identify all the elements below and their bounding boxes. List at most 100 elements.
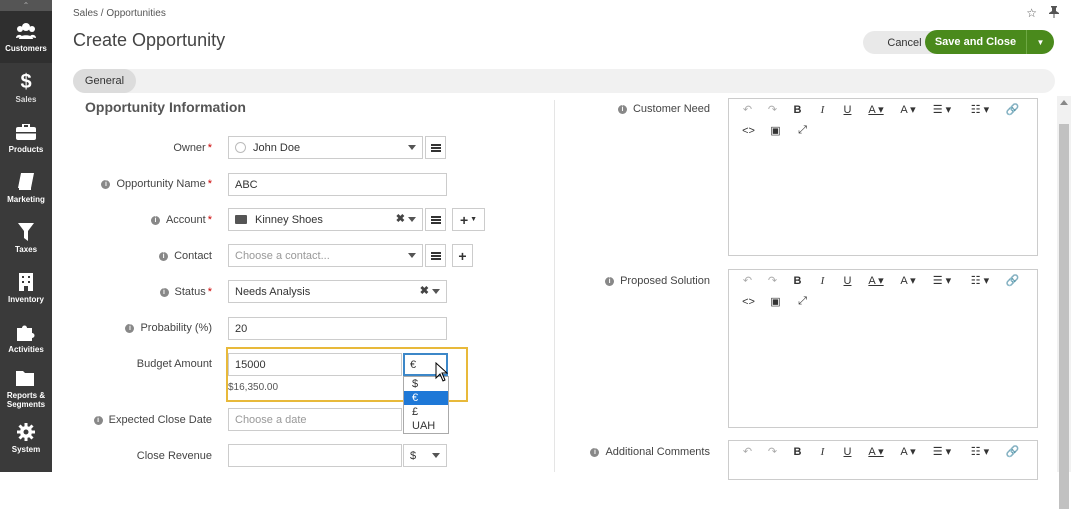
info-icon[interactable]: i (590, 448, 600, 457)
budget-amount-label: Budget Amount (136, 358, 212, 370)
expected-close-date-input[interactable]: Choose a date (228, 408, 402, 431)
numbered-list-icon[interactable]: ☷ ▾ (960, 445, 1000, 458)
info-icon[interactable]: i (617, 105, 627, 114)
contact-add-button[interactable]: + (452, 244, 473, 267)
owner-list-button[interactable] (425, 136, 446, 159)
redo-icon[interactable]: ↷ (760, 103, 785, 116)
image-icon[interactable]: ▣ (762, 124, 789, 137)
probability-input[interactable]: 20 (228, 317, 447, 340)
star-icon[interactable]: ☆ (1026, 6, 1037, 21)
sidebar-collapse-icon[interactable]: ⌃ (0, 0, 52, 11)
sidebar-item-sales[interactable]: $ Sales (0, 63, 52, 113)
contact-select[interactable]: Choose a contact... (228, 244, 423, 267)
background-color-icon[interactable]: A ▾ (892, 445, 924, 458)
sidebar-item-inventory[interactable]: Inventory (0, 263, 52, 313)
bold-icon[interactable]: B (785, 275, 810, 287)
underline-icon[interactable]: U (835, 104, 860, 116)
briefcase-icon (235, 215, 247, 224)
code-icon[interactable]: <> (735, 125, 762, 137)
undo-icon[interactable]: ↶ (735, 103, 760, 116)
account-add-button[interactable]: + ▼ (452, 208, 485, 231)
background-color-icon[interactable]: A ▾ (892, 103, 924, 116)
editor-toolbar: ↶ ↷ B I U A ▾ A ▾ ☰ ▾ ☷ ▾ 🔗 (729, 270, 1037, 291)
fullscreen-icon[interactable]: ⤢ (789, 124, 816, 137)
sidebar-item-taxes[interactable]: Taxes (0, 213, 52, 263)
italic-icon[interactable]: I (810, 446, 835, 458)
link-icon[interactable]: 🔗 (1000, 103, 1025, 116)
info-icon[interactable]: i (159, 288, 169, 297)
status-select[interactable]: Needs Analysis ✖ (228, 280, 447, 303)
redo-icon[interactable]: ↷ (760, 445, 785, 458)
clear-icon[interactable]: ✖ (420, 284, 429, 297)
underline-icon[interactable]: U (835, 275, 860, 287)
opportunity-name-label: i Opportunity Name * (52, 178, 212, 190)
currency-option[interactable]: UAH (404, 419, 448, 433)
numbered-list-icon[interactable]: ☷ ▾ (960, 274, 1000, 287)
breadcrumb[interactable]: Sales / Opportunities (73, 8, 166, 19)
info-icon[interactable]: i (159, 252, 169, 261)
info-icon[interactable]: i (605, 277, 615, 286)
folder-icon (16, 368, 36, 388)
sidebar-item-products[interactable]: Products (0, 113, 52, 163)
italic-icon[interactable]: I (810, 104, 835, 116)
account-select[interactable]: Kinney Shoes ✖ (228, 208, 423, 231)
text-color-icon[interactable]: A ▾ (860, 274, 892, 287)
budget-amount-input[interactable]: 15000 (228, 353, 402, 376)
editor-toolbar-2: <> ▣ ⤢ (729, 120, 1037, 141)
account-list-button[interactable] (425, 208, 446, 231)
sidebar-item-reports[interactable]: Reports & Segments (0, 363, 52, 413)
pin-icon[interactable] (1049, 6, 1059, 21)
currency-value: € (410, 358, 417, 371)
info-icon[interactable]: i (150, 216, 160, 225)
scrollbar-thumb[interactable] (1059, 124, 1069, 509)
chevron-down-icon (432, 453, 440, 458)
close-revenue-input[interactable] (228, 444, 402, 467)
code-icon[interactable]: <> (735, 296, 762, 308)
text-color-icon[interactable]: A ▾ (860, 445, 892, 458)
owner-select[interactable]: John Doe (228, 136, 423, 159)
contact-list-button[interactable] (425, 244, 446, 267)
close-revenue-currency-select[interactable]: $ (403, 444, 447, 467)
save-and-close-button[interactable]: Save and Close ▼ (925, 30, 1054, 54)
underline-icon[interactable]: U (835, 446, 860, 458)
tab-general[interactable]: General (73, 69, 136, 93)
sidebar-item-system[interactable]: System (0, 413, 52, 463)
image-icon[interactable]: ▣ (762, 295, 789, 308)
link-icon[interactable]: 🔗 (1000, 445, 1025, 458)
text-color-icon[interactable]: A ▾ (860, 103, 892, 116)
fullscreen-icon[interactable]: ⤢ (789, 295, 816, 308)
proposed-solution-editor[interactable]: ↶ ↷ B I U A ▾ A ▾ ☰ ▾ ☷ ▾ 🔗 <> ▣ ⤢ (728, 269, 1038, 428)
sidebar-item-activities[interactable]: Activities (0, 313, 52, 363)
clear-icon[interactable]: ✖ (396, 212, 405, 225)
header-icons: ☆ (1026, 6, 1059, 21)
bold-icon[interactable]: B (785, 446, 810, 458)
currency-option[interactable]: £ (404, 405, 448, 419)
italic-icon[interactable]: I (810, 275, 835, 287)
scroll-up-icon[interactable] (1060, 100, 1068, 105)
link-icon[interactable]: 🔗 (1000, 274, 1025, 287)
dollar-icon: $ (20, 70, 32, 93)
customer-need-editor[interactable]: ↶ ↷ B I U A ▾ A ▾ ☰ ▾ ☷ ▾ 🔗 <> ▣ ⤢ (728, 98, 1038, 256)
background-color-icon[interactable]: A ▾ (892, 274, 924, 287)
page-scrollbar[interactable] (1057, 96, 1071, 509)
bullet-list-icon[interactable]: ☰ ▾ (924, 445, 960, 458)
bullet-list-icon[interactable]: ☰ ▾ (924, 103, 960, 116)
editor-toolbar-2: <> ▣ ⤢ (729, 291, 1037, 312)
redo-icon[interactable]: ↷ (760, 274, 785, 287)
currency-option-selected[interactable]: € (404, 391, 448, 405)
bold-icon[interactable]: B (785, 104, 810, 116)
sidebar-item-marketing[interactable]: Marketing (0, 163, 52, 213)
numbered-list-icon[interactable]: ☷ ▾ (960, 103, 1000, 116)
undo-icon[interactable]: ↶ (735, 445, 760, 458)
chevron-down-icon[interactable]: ▼ (1026, 30, 1054, 54)
info-icon[interactable]: i (125, 324, 135, 333)
account-value: Kinney Shoes (255, 213, 323, 226)
info-icon[interactable]: i (101, 180, 111, 189)
opportunity-name-input[interactable]: ABC (228, 173, 447, 196)
additional-comments-editor[interactable]: ↶ ↷ B I U A ▾ A ▾ ☰ ▾ ☷ ▾ 🔗 (728, 440, 1038, 480)
sidebar-item-customers[interactable]: Customers (0, 11, 52, 63)
info-icon[interactable]: i (93, 416, 103, 425)
undo-icon[interactable]: ↶ (735, 274, 760, 287)
chevron-down-icon: ▼ (470, 216, 478, 223)
bullet-list-icon[interactable]: ☰ ▾ (924, 274, 960, 287)
